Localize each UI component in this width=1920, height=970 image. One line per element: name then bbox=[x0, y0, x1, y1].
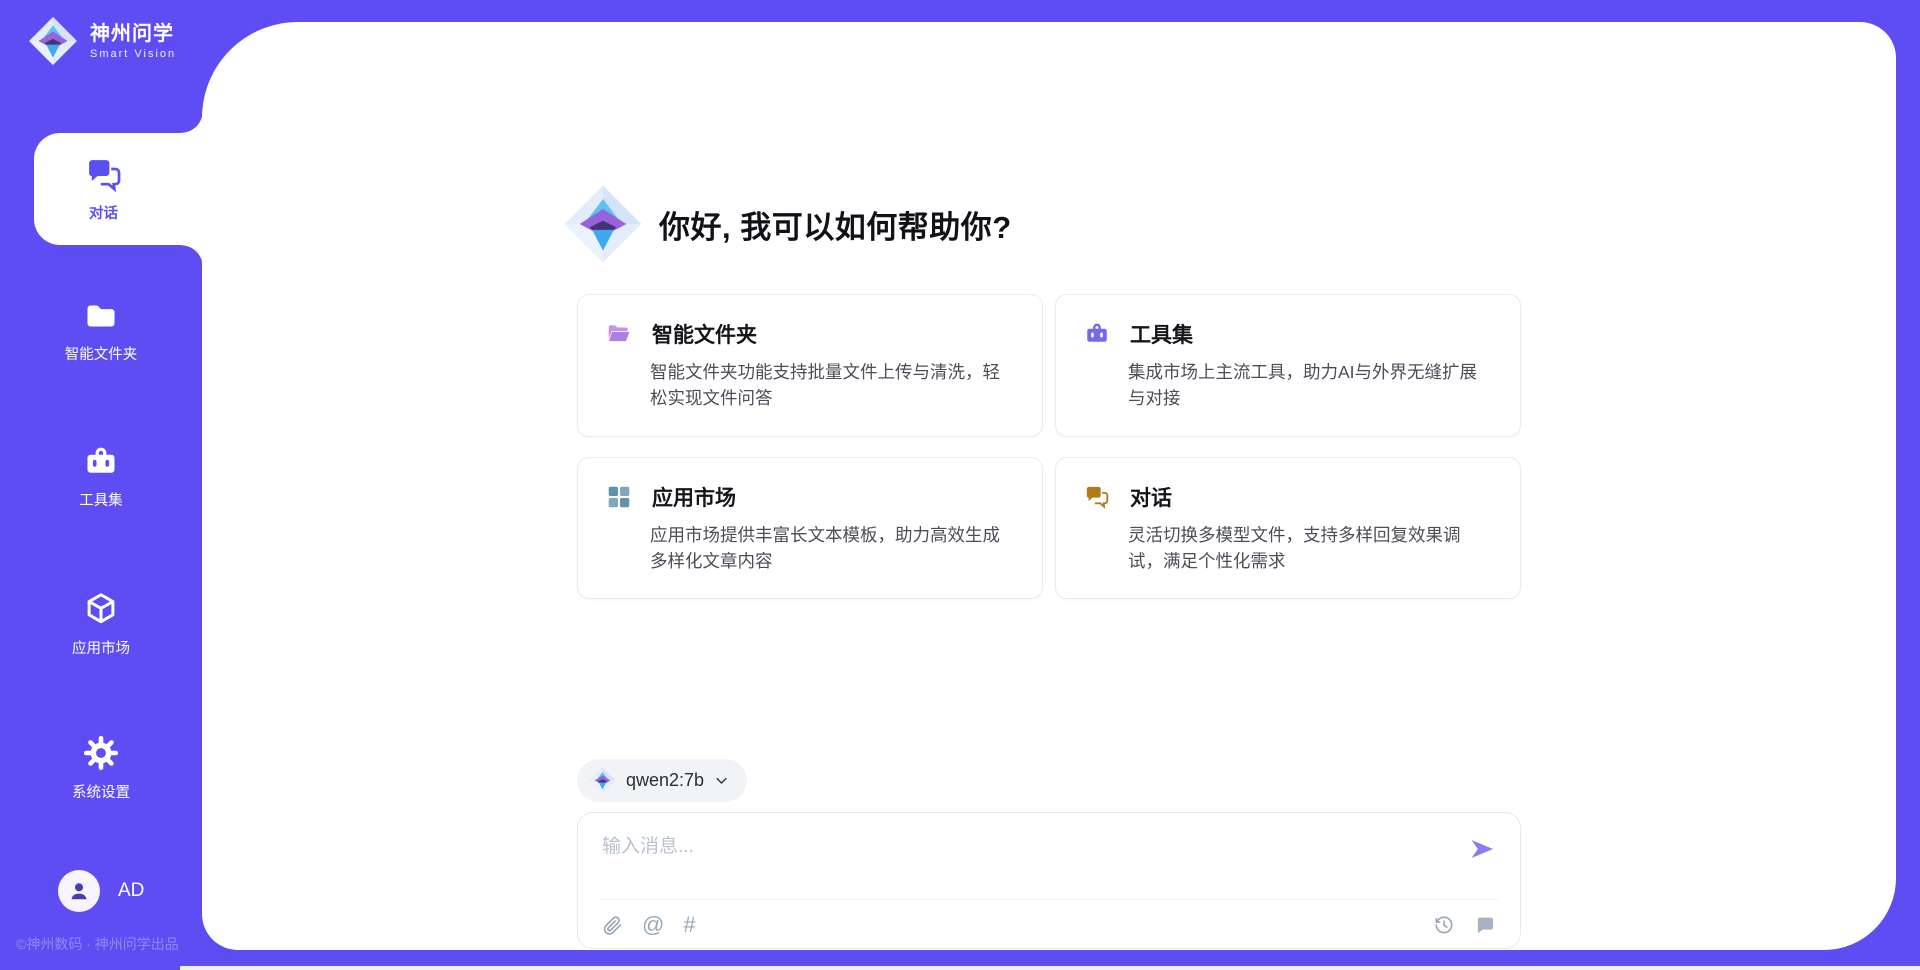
sidebar-item-label: 对话 bbox=[89, 202, 118, 223]
copyright-text: ©神州数码 · 神州问学出品 bbox=[16, 934, 179, 954]
brand-title: 神州问学 bbox=[90, 22, 176, 46]
card-title: 工具集 bbox=[1130, 319, 1193, 349]
avatar bbox=[58, 870, 100, 912]
attachment-button[interactable] bbox=[602, 915, 623, 936]
card-toolset[interactable]: 工具集 集成市场上主流工具，助力AI与外界无缝扩展与对接 bbox=[1055, 294, 1521, 437]
message-button[interactable] bbox=[1474, 914, 1496, 936]
chat-icon bbox=[1084, 484, 1110, 510]
chevron-down-icon bbox=[714, 773, 729, 788]
composer-toolbar: @ # bbox=[602, 914, 1496, 936]
model-name: qwen2:7b bbox=[626, 770, 704, 791]
card-description: 应用市场提供丰富长文本模板，助力高效生成多样化文章内容 bbox=[650, 522, 1014, 575]
brand-logo-icon bbox=[28, 16, 78, 66]
gem-logo-icon bbox=[563, 184, 643, 264]
toolbox-icon bbox=[83, 444, 119, 480]
toolbox-icon bbox=[1084, 321, 1110, 347]
sidebar-item-label: 工具集 bbox=[79, 489, 123, 510]
card-description: 灵活切换多模型文件，支持多样回复效果调试，满足个性化需求 bbox=[1128, 522, 1492, 575]
attachment-icon bbox=[602, 915, 623, 936]
history-icon bbox=[1433, 914, 1455, 936]
chat-icon bbox=[85, 156, 123, 194]
card-smart-folder[interactable]: 智能文件夹 智能文件夹功能支持批量文件上传与清洗，轻松实现文件问答 bbox=[577, 294, 1043, 437]
sidebar-item-smart-folder[interactable]: 智能文件夹 bbox=[0, 298, 202, 364]
sidebar-item-label: 应用市场 bbox=[72, 637, 130, 658]
mention-button[interactable]: @ bbox=[642, 914, 664, 936]
brand-subtitle: Smart Vision bbox=[90, 48, 176, 60]
card-description: 智能文件夹功能支持批量文件上传与清洗，轻松实现文件问答 bbox=[650, 359, 1014, 412]
cube-icon bbox=[82, 590, 120, 628]
main-panel: 你好, 我可以如何帮助你? 智能文件夹 智能文件夹功能支持批量文件上传与清洗，轻… bbox=[202, 22, 1896, 950]
card-app-market[interactable]: 应用市场 应用市场提供丰富长文本模板，助力高效生成多样化文章内容 bbox=[577, 457, 1043, 600]
folder-icon bbox=[606, 321, 632, 347]
history-button[interactable] bbox=[1433, 914, 1455, 936]
message-composer: @ # bbox=[577, 812, 1521, 949]
message-icon bbox=[1474, 914, 1496, 936]
card-title: 对话 bbox=[1130, 482, 1172, 512]
grid-icon bbox=[606, 484, 632, 510]
composer-divider bbox=[600, 899, 1498, 900]
user-initials: AD bbox=[118, 880, 144, 902]
user-profile[interactable]: AD bbox=[58, 870, 144, 912]
send-button[interactable] bbox=[1468, 835, 1496, 863]
model-selector[interactable]: qwen2:7b bbox=[577, 759, 747, 802]
brand: 神州问学 Smart Vision bbox=[28, 16, 176, 66]
message-input[interactable] bbox=[578, 813, 1410, 875]
sidebar: 神州问学 Smart Vision 对话 智能文件夹 bbox=[0, 0, 202, 970]
gear-icon bbox=[82, 734, 120, 772]
greeting-text: 你好, 我可以如何帮助你? bbox=[659, 202, 1012, 247]
card-chat[interactable]: 对话 灵活切换多模型文件，支持多样回复效果调试，满足个性化需求 bbox=[1055, 457, 1521, 600]
greeting-row: 你好, 我可以如何帮助你? bbox=[563, 184, 1521, 264]
send-icon bbox=[1468, 835, 1496, 863]
sidebar-item-settings[interactable]: 系统设置 bbox=[0, 734, 202, 802]
card-description: 集成市场上主流工具，助力AI与外界无缝扩展与对接 bbox=[1128, 359, 1492, 412]
sidebar-item-app-market[interactable]: 应用市场 bbox=[0, 590, 202, 658]
user-icon bbox=[66, 878, 92, 904]
card-title: 应用市场 bbox=[652, 482, 736, 512]
sidebar-item-label: 智能文件夹 bbox=[65, 343, 138, 364]
card-title: 智能文件夹 bbox=[652, 319, 757, 349]
window-bottom-edge bbox=[180, 966, 1920, 970]
gem-logo-icon bbox=[589, 767, 616, 794]
sidebar-item-chat[interactable]: 对话 bbox=[34, 133, 203, 245]
feature-cards: 智能文件夹 智能文件夹功能支持批量文件上传与清洗，轻松实现文件问答 工具集 bbox=[577, 294, 1521, 599]
hash-button[interactable]: # bbox=[683, 914, 695, 936]
sidebar-item-label: 系统设置 bbox=[72, 781, 130, 802]
sidebar-item-toolset[interactable]: 工具集 bbox=[0, 444, 202, 510]
folder-icon bbox=[83, 298, 119, 334]
